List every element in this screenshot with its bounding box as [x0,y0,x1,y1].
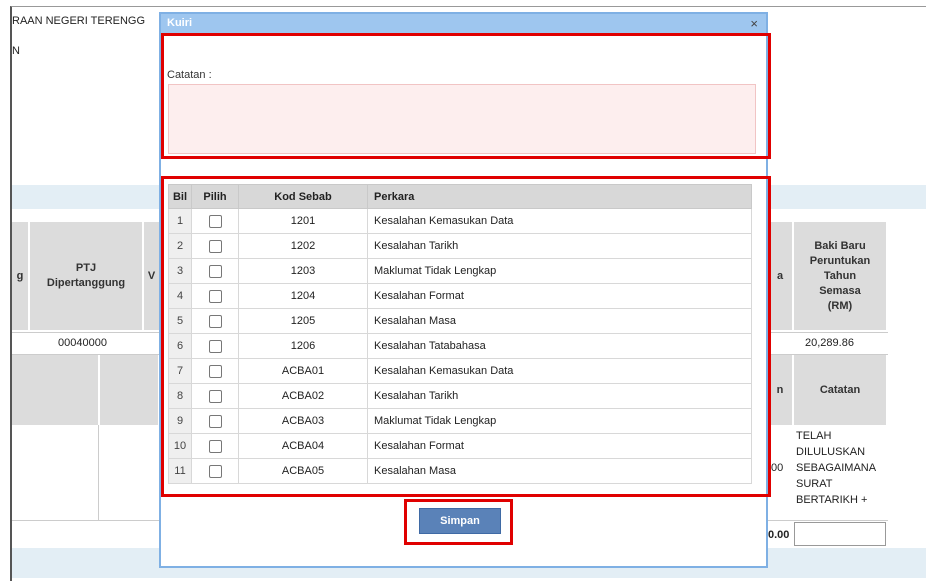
bg-header-blank-1 [12,355,98,425]
bg-header-catatan: Catatan [794,355,886,425]
row-checkbox[interactable] [208,414,222,428]
row-perkara: Kesalahan Masa [367,308,752,334]
row-bil: 1 [168,208,192,234]
row-kod-sebab: 1204 [238,283,368,309]
row-checkbox[interactable] [208,364,222,378]
row-checkbox[interactable] [208,214,222,228]
row-bil: 4 [168,283,192,309]
row-pilih-cell [191,308,239,334]
row-perkara: Kesalahan Masa [367,458,752,484]
row-kod-sebab: 1205 [238,308,368,334]
row-bil: 6 [168,333,192,359]
row-pilih-cell [191,258,239,284]
close-icon[interactable]: × [750,16,758,31]
row-kod-sebab: 1206 [238,333,368,359]
row-checkbox[interactable] [208,439,222,453]
row-perkara: Kesalahan Kemasukan Data [367,358,752,384]
table-header-row: Bil Pilih Kod Sebab Perkara [168,184,752,209]
row-checkbox[interactable] [208,314,222,328]
table-row: 2 1202 Kesalahan Tarikh [168,233,752,259]
row-kod-sebab: ACBA04 [238,433,368,459]
column-header-pilih: Pilih [191,184,239,209]
column-header-perkara: Perkara [367,184,752,209]
row-bil: 9 [168,408,192,434]
row-kod-sebab: ACBA01 [238,358,368,384]
bg-header-blank-2 [100,355,158,425]
row-kod-sebab: 1202 [238,233,368,259]
table-row: 4 1204 Kesalahan Format [168,283,752,309]
row-perkara: Maklumat Tidak Lengkap [367,258,752,284]
row-pilih-cell [191,408,239,434]
row-kod-sebab: ACBA02 [238,383,368,409]
row-perkara: Kesalahan Tatabahasa [367,333,752,359]
bg-note: TELAH DILULUSKAN SEBAGAIMANA SURAT BERTA… [796,430,877,506]
row-kod-sebab: 1203 [238,258,368,284]
row-pilih-cell [191,458,239,484]
catatan-label: Catatan : [167,69,212,81]
background-label: N [12,45,20,57]
row-checkbox[interactable] [208,464,222,478]
row-bil: 2 [168,233,192,259]
row-pilih-cell [191,358,239,384]
row-checkbox[interactable] [208,239,222,253]
column-header-kod-sebab: Kod Sebab [238,184,368,209]
kuiri-dialog: Kuiri × Catatan : Bil Pilih Kod Sebab Pe… [159,12,768,568]
bg-baki-value: 20,289.86 [805,337,854,349]
simpan-button[interactable]: Simpan [419,508,501,534]
bg-total: 0.00 [768,529,790,541]
table-row: 3 1203 Maklumat Tidak Lengkap [168,258,752,284]
dialog-titlebar: Kuiri × [161,14,766,34]
table-row: 11 ACBA05 Kesalahan Masa [168,458,752,484]
row-pilih-cell [191,233,239,259]
table-row: 8 ACBA02 Kesalahan Tarikh [168,383,752,409]
row-pilih-cell [191,333,239,359]
bg-header-v: V [144,222,159,330]
table-row: 6 1206 Kesalahan Tatabahasa [168,333,752,359]
table-row: 5 1205 Kesalahan Masa [168,308,752,334]
row-perkara: Maklumat Tidak Lengkap [367,408,752,434]
dialog-title: Kuiri [167,17,193,29]
background-title: RAAN NEGERI TERENGG [12,15,146,27]
row-pilih-cell [191,383,239,409]
row-perkara: Kesalahan Tarikh [367,233,752,259]
bg-input-box[interactable] [794,522,886,546]
row-pilih-cell [191,433,239,459]
row-bil: 8 [168,383,192,409]
table-row: 10 ACBA04 Kesalahan Format [168,433,752,459]
bg-header-ptj: PTJ Dipertanggung [30,222,142,330]
row-perkara: Kesalahan Kemasukan Data [367,208,752,234]
reason-table: Bil Pilih Kod Sebab Perkara 1 1201 Kesalah… [168,184,752,484]
bg-header-sa: a [768,222,792,330]
row-perkara: Kesalahan Tarikh [367,383,752,409]
table-row: 1 1201 Kesalahan Kemasukan Data [168,208,752,234]
row-checkbox[interactable] [208,264,222,278]
row-perkara: Kesalahan Format [367,433,752,459]
row-pilih-cell [191,283,239,309]
row-checkbox[interactable] [208,389,222,403]
row-checkbox[interactable] [208,289,222,303]
row-bil: 11 [168,458,192,484]
row-bil: 3 [168,258,192,284]
row-kod-sebab: ACBA03 [238,408,368,434]
row-bil: 10 [168,433,192,459]
row-kod-sebab: ACBA05 [238,458,368,484]
bg-ptj-value: 00040000 [58,337,107,349]
table-row: 9 ACBA03 Maklumat Tidak Lengkap [168,408,752,434]
bg-header-baki: Baki Baru Peruntukan Tahun Semasa (RM) [794,222,886,330]
bg-amount: .00 [768,462,784,474]
row-bil: 7 [168,358,192,384]
row-perkara: Kesalahan Format [367,283,752,309]
row-checkbox[interactable] [208,339,222,353]
bg-header-n: n [768,355,792,425]
row-pilih-cell [191,208,239,234]
row-bil: 5 [168,308,192,334]
column-header-bil: Bil [168,184,192,209]
bg-header-g: g [12,222,28,330]
table-row: 7 ACBA01 Kesalahan Kemasukan Data [168,358,752,384]
catatan-textarea[interactable] [168,84,756,154]
row-kod-sebab: 1201 [238,208,368,234]
